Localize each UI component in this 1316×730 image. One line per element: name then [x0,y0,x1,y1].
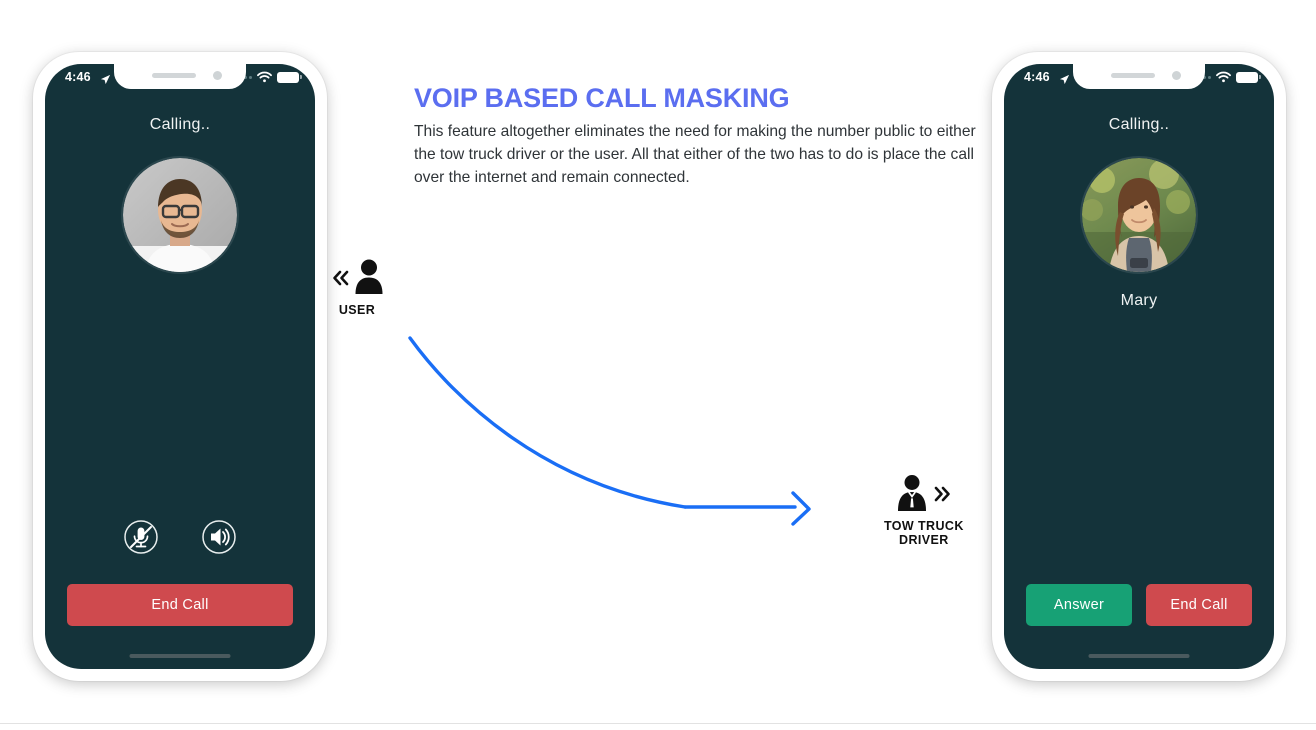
actor-user-label: USER [338,303,376,317]
actor-user-row [330,258,384,303]
avatar-right [1082,158,1196,272]
phone-left: 4:46 Calling.. End Call [33,52,327,681]
call-status-right: Calling.. [1108,116,1170,133]
status-time: 4:46 [65,70,91,84]
call-flow-arrow [408,336,811,526]
answer-button[interactable]: Answer [1026,584,1132,626]
end-call-button[interactable]: End Call [67,584,293,626]
battery-full-icon [1236,71,1261,83]
wifi-icon [257,71,272,83]
contact-name-right: Mary [1120,292,1158,309]
call-actions-right: Answer End Call [1026,584,1252,626]
speaker-icon[interactable] [201,519,237,555]
page-description: This feature altogether eliminates the n… [414,122,976,186]
call-controls-left [45,519,315,555]
actor-user: USER [330,258,384,317]
phone-right-screen: 4:46 Calling.. Mary Answer End Call [1004,64,1274,669]
chevron-double-right-icon [931,483,953,510]
status-time: 4:46 [1024,70,1050,84]
notch-speaker [152,73,196,78]
phone-right: 4:46 Calling.. Mary Answer End Call [992,52,1286,681]
info-block: VOIP BASED CALL MASKING This feature alt… [414,83,980,189]
avatar-left [123,158,237,272]
phone-notch [1073,64,1205,89]
call-actions-left: End Call [67,584,293,626]
phone-left-screen: 4:46 Calling.. End Call [45,64,315,669]
actor-driver-row [884,474,964,519]
notch-speaker [1111,73,1155,78]
home-indicator [1088,654,1190,658]
phone-notch [114,64,246,89]
actor-driver-label: TOW TRUCK DRIVER [884,519,964,548]
person-icon [354,258,384,303]
home-indicator [129,654,231,658]
location-arrow-icon [1059,72,1070,90]
notch-camera-icon [213,71,222,80]
bottom-divider [0,723,1316,724]
location-arrow-icon [100,72,111,90]
chevron-double-left-icon [330,267,352,294]
page-title: VOIP BASED CALL MASKING [414,83,790,113]
battery-full-icon [277,71,302,83]
call-status-left: Calling.. [149,116,211,133]
actor-tow-truck-driver: TOW TRUCK DRIVER [884,474,964,548]
businessman-icon [895,474,929,519]
mute-microphone-icon[interactable] [123,519,159,555]
wifi-icon [1216,71,1231,83]
end-call-button[interactable]: End Call [1146,584,1252,626]
notch-camera-icon [1172,71,1181,80]
